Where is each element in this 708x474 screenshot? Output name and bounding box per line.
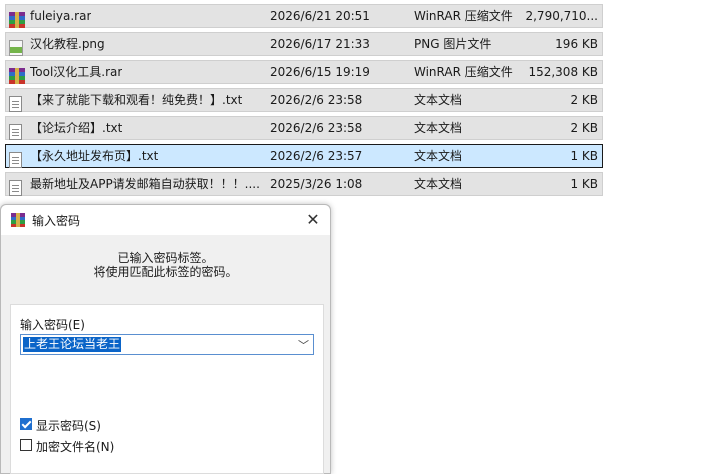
png-image-icon (9, 40, 23, 56)
file-size: 196 KB (555, 37, 598, 51)
file-size: 2 KB (570, 93, 598, 107)
dialog-title: 输入密码 (32, 214, 81, 228)
file-date: 2026/2/6 23:58 (270, 121, 363, 135)
password-label: 输入密码(E) (20, 318, 85, 332)
encrypt-filenames-label: 加密文件名(N) (36, 440, 115, 454)
file-type: 文本文档 (414, 121, 463, 135)
file-name: 【论坛介绍】.txt (30, 121, 123, 135)
password-combobox[interactable]: 上老王论坛当老王 ﹀ (20, 334, 314, 355)
file-row[interactable]: 汉化教程.png 2026/6/17 21:33 PNG 图片文件 196 KB (5, 32, 603, 56)
password-group: 输入密码(E) 上老王论坛当老王 ﹀ 显示密码(S) 加密文件名(N) (10, 304, 324, 474)
file-row[interactable]: 【来了就能下载和观看！纯免费！】.txt 2026/2/6 23:58 文本文档… (5, 88, 603, 112)
file-size: 1 KB (570, 149, 598, 163)
file-name: fuleiya.rar (30, 9, 92, 23)
file-row[interactable]: Tool汉化工具.rar 2026/6/15 19:19 WinRAR 压缩文件… (5, 60, 603, 84)
file-date: 2026/2/6 23:58 (270, 93, 363, 107)
file-type: 文本文档 (414, 149, 463, 163)
file-name: 【来了就能下载和观看！纯免费！】.txt (30, 93, 243, 107)
file-date: 2026/6/21 20:51 (270, 9, 370, 23)
file-type: 文本文档 (414, 177, 463, 191)
dialog-title-bar[interactable]: 输入密码 ✕ (1, 205, 330, 235)
file-name: 【永久地址发布页】.txt (30, 149, 159, 163)
close-icon[interactable]: ✕ (302, 209, 324, 231)
file-size: 1 KB (570, 177, 598, 191)
rar-archive-icon (9, 12, 25, 28)
file-name: Tool汉化工具.rar (30, 65, 123, 79)
file-size: 152,308 KB (528, 65, 598, 79)
file-row[interactable]: 【永久地址发布页】.txt 2026/2/6 23:57 文本文档 1 KB (5, 144, 603, 168)
file-date: 2026/6/15 19:19 (270, 65, 370, 79)
text-file-icon (9, 180, 22, 196)
text-file-icon (9, 152, 22, 168)
file-row[interactable]: 最新地址及APP请发邮箱自动获取！！！.... 2025/3/26 1:08 文… (5, 172, 603, 196)
file-date: 2026/6/17 21:33 (270, 37, 370, 51)
file-name: 最新地址及APP请发邮箱自动获取！！！.... (30, 177, 260, 191)
file-date: 2025/3/26 1:08 (270, 177, 363, 191)
file-row[interactable]: fuleiya.rar 2026/6/21 20:51 WinRAR 压缩文件 … (5, 4, 603, 28)
rar-archive-icon (9, 68, 25, 84)
password-input[interactable]: 上老王论坛当老王 (23, 337, 122, 352)
file-list: fuleiya.rar 2026/6/21 20:51 WinRAR 压缩文件 … (5, 4, 603, 200)
dialog-message-line2: 将使用匹配此标签的密码。 (93, 265, 238, 279)
chevron-down-icon[interactable]: ﹀ (298, 337, 309, 353)
file-name: 汉化教程.png (30, 37, 105, 51)
text-file-icon (9, 96, 22, 112)
file-type: 文本文档 (414, 93, 463, 107)
file-type: WinRAR 压缩文件 (414, 65, 513, 79)
winrar-app-icon (11, 213, 25, 227)
file-size: 2,790,710... (525, 9, 598, 23)
file-row[interactable]: 【论坛介绍】.txt 2026/2/6 23:58 文本文档 2 KB (5, 116, 603, 140)
file-type: WinRAR 压缩文件 (414, 9, 513, 23)
checkbox-checked-icon[interactable] (20, 418, 32, 430)
password-dialog: 输入密码 ✕ 已输入密码标签。 将使用匹配此标签的密码。 输入密码(E) 上老王… (0, 204, 331, 474)
file-date: 2026/2/6 23:57 (270, 149, 363, 163)
file-type: PNG 图片文件 (414, 37, 492, 51)
text-file-icon (9, 124, 22, 140)
checkbox-unchecked-icon[interactable] (20, 439, 32, 451)
file-size: 2 KB (570, 121, 598, 135)
show-password-label: 显示密码(S) (36, 419, 101, 433)
